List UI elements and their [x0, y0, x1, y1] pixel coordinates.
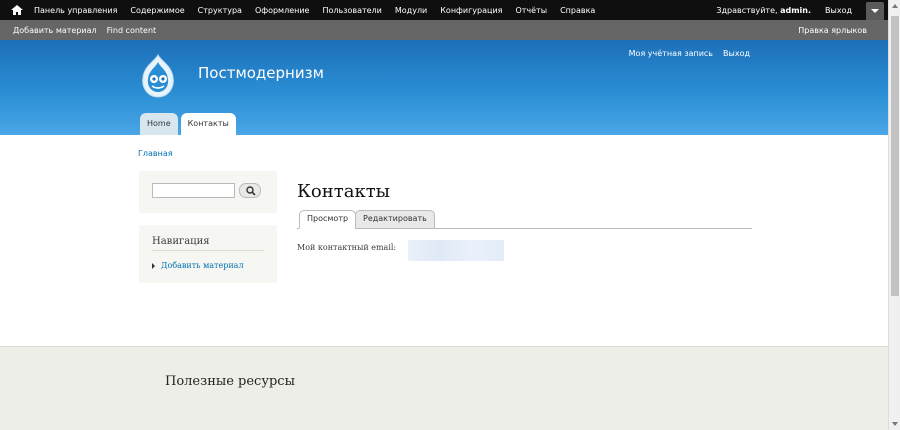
- tab-edit[interactable]: Редактировать: [355, 210, 435, 229]
- logout-link[interactable]: Выход: [723, 49, 750, 58]
- search-button[interactable]: [239, 183, 261, 198]
- scroll-up-arrow-icon[interactable]: [892, 4, 898, 8]
- main-menu: Home Контакты: [140, 113, 239, 135]
- site-header: Постмодернизм Моя учётная запись Выход H…: [0, 40, 888, 135]
- contact-email-label: Мой контактный email:: [297, 243, 397, 252]
- my-account-link[interactable]: Моя учётная запись: [629, 49, 713, 58]
- shortcuts-bar: Добавить материал Find content Правка яр…: [0, 20, 888, 40]
- admin-menu: Панель управления Содержимое Структура О…: [34, 0, 608, 20]
- nav-item-add-content[interactable]: Добавить материал: [152, 261, 244, 270]
- toolbar-logout-link[interactable]: Выход: [825, 6, 852, 15]
- content-tabs: Просмотр Редактировать: [297, 210, 752, 229]
- breadcrumb-home[interactable]: Главная: [138, 149, 173, 158]
- admin-menu-reports[interactable]: Отчёты: [515, 6, 547, 15]
- nav-item-label[interactable]: Добавить материал: [161, 261, 244, 270]
- home-icon[interactable]: [10, 3, 24, 17]
- search-icon: [246, 186, 256, 196]
- admin-toolbar: Панель управления Содержимое Структура О…: [0, 0, 888, 20]
- drupal-logo[interactable]: [137, 53, 179, 99]
- secondary-menu: Моя учётная запись Выход: [619, 49, 750, 58]
- greeting-text: Здравствуйте,: [716, 5, 778, 15]
- footer-title: Полезные ресурсы: [165, 374, 295, 389]
- user-greeting: Здравствуйте, admin. Выход: [716, 0, 852, 20]
- site-name[interactable]: Постмодернизм: [198, 64, 324, 82]
- tab-view[interactable]: Просмотр: [299, 210, 357, 229]
- scroll-down-arrow-icon[interactable]: [892, 422, 898, 426]
- bullet-icon: [152, 262, 155, 269]
- main-menu-home[interactable]: Home: [140, 113, 178, 135]
- vertical-scrollbar[interactable]: [888, 0, 900, 430]
- admin-menu-dashboard[interactable]: Панель управления: [34, 6, 117, 15]
- toolbar-toggle-button[interactable]: [866, 2, 884, 20]
- admin-menu-structure[interactable]: Структура: [198, 6, 242, 15]
- admin-menu-configuration[interactable]: Конфигурация: [440, 6, 502, 15]
- main-menu-contacts[interactable]: Контакты: [180, 113, 236, 135]
- edit-shortcuts-link[interactable]: Правка ярлыков: [798, 20, 867, 40]
- scrollbar-thumb[interactable]: [891, 16, 899, 296]
- redacted-email: [408, 240, 504, 261]
- admin-menu-modules[interactable]: Модули: [395, 6, 427, 15]
- admin-menu-appearance[interactable]: Оформление: [255, 6, 310, 15]
- username[interactable]: admin.: [780, 6, 811, 15]
- search-input[interactable]: [152, 183, 235, 198]
- shortcut-find-content[interactable]: Find content: [107, 26, 157, 35]
- navigation-title: Навигация: [152, 236, 264, 251]
- admin-menu-help[interactable]: Справка: [560, 6, 595, 15]
- footer-region: Полезные ресурсы: [0, 346, 888, 430]
- admin-menu-people[interactable]: Пользователи: [322, 6, 381, 15]
- navigation-block: Навигация Добавить материал: [139, 225, 277, 283]
- page-title: Контакты: [297, 181, 390, 202]
- admin-menu-content[interactable]: Содержимое: [130, 6, 184, 15]
- shortcut-add-content[interactable]: Добавить материал: [13, 26, 97, 35]
- search-block: [139, 171, 277, 213]
